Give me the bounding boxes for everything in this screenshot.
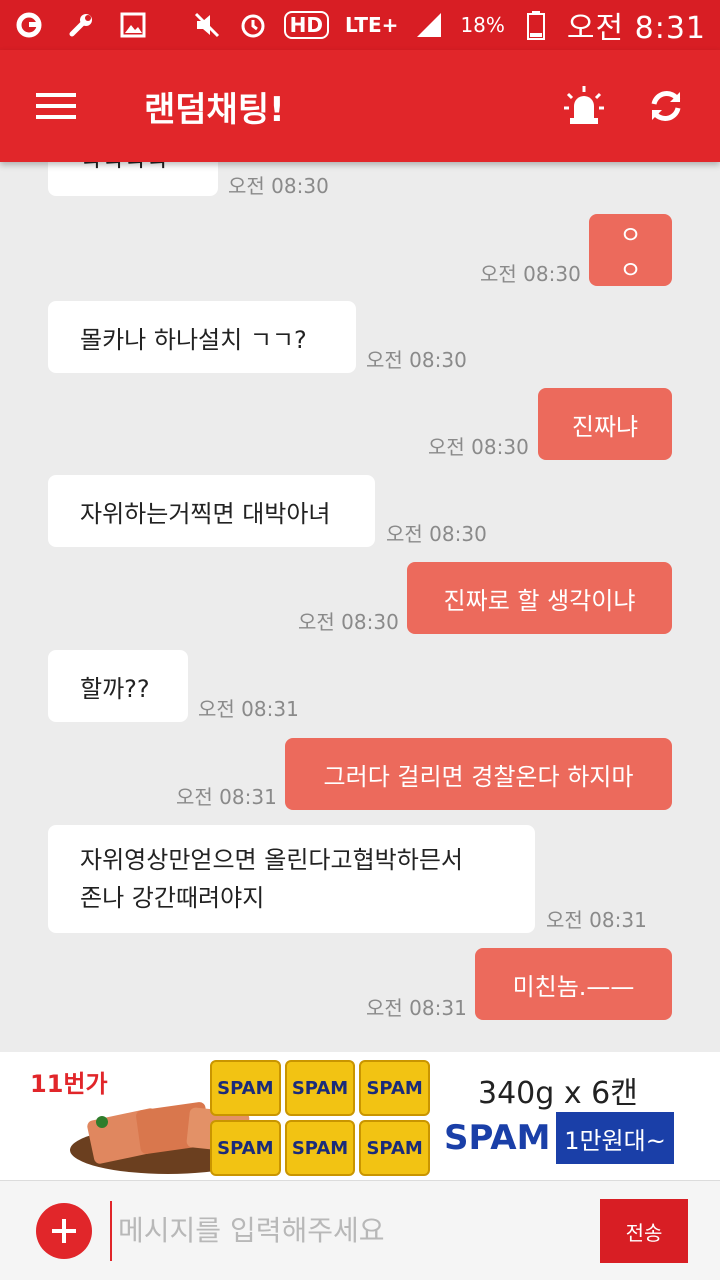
status-clock: 오전 8:31: [566, 11, 706, 46]
ad-price-badge: 1만원대~: [556, 1112, 674, 1164]
incoming-message: 자위영상만얻으면 올린다고협박하믄서 존나 강간때려야지: [48, 825, 535, 933]
carrier-icon: [14, 10, 44, 40]
message-input[interactable]: [110, 1200, 570, 1261]
refresh-button[interactable]: [638, 78, 694, 134]
page-title: 랜덤채팅!: [144, 89, 285, 130]
hd-indicator: HD: [283, 11, 329, 39]
message-text: 그러다 걸리면 경찰온다 하지마: [323, 762, 634, 791]
message-time: 오전 08:30: [298, 610, 399, 634]
spam-can: SPAM: [359, 1060, 430, 1116]
message-text: ㅇㅇ: [619, 221, 642, 284]
gallery-icon: [118, 10, 148, 40]
message-time: 오전 08:31: [546, 908, 647, 932]
message-time: 오전 08:31: [198, 697, 299, 721]
message-time: 오전 08:30: [366, 348, 467, 372]
message-text: 자위하는거찍면 대박아녀: [80, 499, 331, 528]
message-text-line-1: 자위영상만얻으면 올린다고협박하믄서: [80, 846, 463, 874]
message-text: 미친놈.——: [512, 972, 635, 1001]
plus-icon: [52, 1218, 76, 1243]
message-time: 오전 08:31: [366, 996, 467, 1020]
message-text-line-2: 존나 강간때려야지: [80, 884, 265, 912]
battery-icon: [521, 10, 551, 40]
spam-can: SPAM: [284, 1120, 356, 1176]
message-time: 오전 08:30: [480, 262, 581, 286]
menu-button[interactable]: [0, 50, 112, 162]
incoming-message: 할까??: [48, 650, 188, 722]
outgoing-message: 그러다 걸리면 경찰온다 하지마: [285, 738, 672, 810]
message-text: 진짜냐: [571, 412, 639, 441]
wrench-icon: [66, 10, 96, 40]
battery-percent: 18%: [460, 13, 505, 37]
message-text: 진짜로 할 생각이냐: [443, 586, 636, 615]
message-time: 오전 08:30: [428, 435, 529, 459]
alarm-icon: [238, 10, 268, 40]
message-input-bar: 전송: [0, 1180, 720, 1280]
attach-button[interactable]: [36, 1202, 92, 1259]
ad-brand-name: SPAM: [444, 1118, 551, 1158]
spam-cans-image: SPAM SPAM SPAM SPAM SPAM SPAM: [210, 1060, 430, 1176]
hamburger-icon: [36, 93, 76, 119]
chat-list[interactable]: ㅋㅋㅋㅋ 오전 08:30 ㅇㅇ 오전 08:30 몰카나 하나설치 ㄱㄱ? 오…: [0, 162, 720, 1052]
outgoing-message: 진짜로 할 생각이냐: [407, 562, 672, 634]
message-text: 몰카나 하나설치 ㄱㄱ?: [80, 325, 307, 354]
incoming-message: ㅋㅋㅋㅋ: [48, 162, 218, 196]
siren-icon: [564, 86, 604, 124]
outgoing-message: 진짜냐: [538, 388, 672, 460]
spam-can: SPAM: [210, 1060, 281, 1116]
incoming-message: 자위하는거찍면 대박아녀: [48, 475, 375, 547]
message-time: 오전 08:31: [176, 785, 277, 809]
message-text: 할까??: [80, 674, 150, 703]
message-time: 오전 08:30: [386, 522, 487, 546]
spam-can: SPAM: [284, 1060, 356, 1116]
app-bar: 랜덤채팅!: [0, 50, 720, 162]
ad-size-text: 340g x 6캔: [478, 1076, 638, 1111]
ad-banner[interactable]: 11번가 SPAM SPAM SPAM SPAM SPAM SPAM 340g …: [0, 1052, 720, 1180]
outgoing-message: 미친놈.——: [475, 948, 672, 1020]
message-time: 오전 08:30: [228, 174, 329, 198]
incoming-message: 몰카나 하나설치 ㄱㄱ?: [48, 301, 356, 373]
spam-can: SPAM: [359, 1120, 430, 1176]
signal-icon: [414, 10, 444, 40]
outgoing-message: ㅇㅇ: [589, 214, 672, 286]
refresh-icon: [651, 91, 681, 121]
report-button[interactable]: [556, 78, 612, 134]
network-indicator: LTE+: [344, 13, 399, 37]
mute-icon: [192, 10, 222, 40]
status-bar: HD LTE+ 18% 오전 8:31: [0, 0, 720, 50]
spam-can: SPAM: [210, 1120, 281, 1176]
message-text: ㅋㅋㅋㅋ: [80, 162, 169, 177]
send-button[interactable]: 전송: [600, 1199, 688, 1263]
